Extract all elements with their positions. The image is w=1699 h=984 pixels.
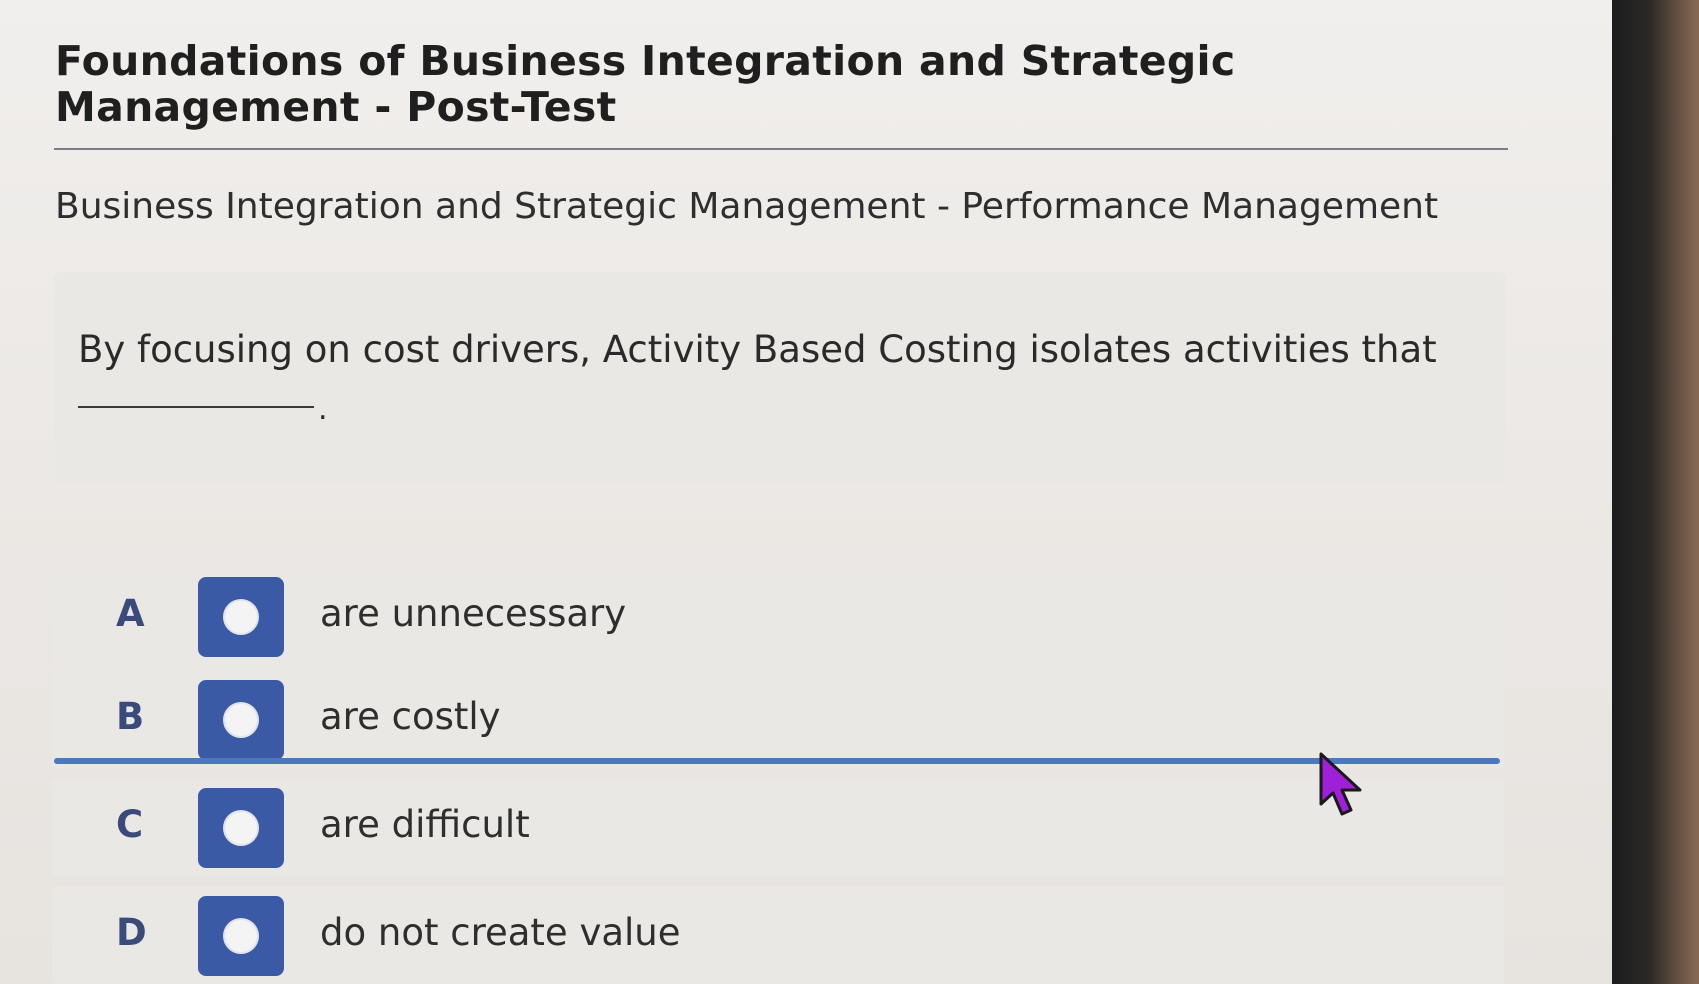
question-panel: By focusing on cost drivers, Activity Ba… [54, 272, 1506, 484]
radio-button-a[interactable] [198, 577, 284, 657]
option-d[interactable]: D do not create value [52, 886, 1504, 984]
radio-button-d[interactable] [198, 896, 284, 976]
option-label: do not create value [320, 911, 681, 954]
title-divider [54, 148, 1508, 150]
question-text: By focusing on cost drivers, Activity Ba… [78, 328, 1437, 371]
blank-period: . [318, 392, 328, 427]
option-letter: B [116, 695, 145, 738]
mouse-pointer-icon [1319, 752, 1362, 816]
option-label: are costly [320, 695, 501, 738]
section-subtitle: Business Integration and Strategic Manag… [55, 186, 1439, 227]
option-b[interactable]: B are costly [52, 670, 1504, 768]
quiz-screen: Foundations of Business Integration and … [0, 0, 1612, 984]
option-label: are unnecessary [320, 592, 627, 635]
radio-button-b[interactable] [198, 680, 284, 760]
page-title: Foundations of Business Integration and … [55, 37, 1236, 131]
radio-button-icon [223, 599, 259, 635]
radio-button-icon [223, 702, 259, 738]
option-letter: C [116, 803, 144, 846]
radio-button-c[interactable] [198, 788, 284, 868]
option-letter: A [116, 592, 145, 635]
option-c[interactable]: C are difficult [52, 778, 1504, 876]
radio-button-icon [223, 918, 259, 954]
radio-button-icon [223, 810, 259, 846]
hover-focus-underline [54, 758, 1500, 764]
monitor-bezel [1612, 0, 1699, 984]
option-letter: D [116, 911, 147, 954]
answer-blank [78, 406, 314, 408]
option-a[interactable]: A are unnecessary [52, 567, 1504, 665]
option-label: are difficult [320, 803, 530, 846]
